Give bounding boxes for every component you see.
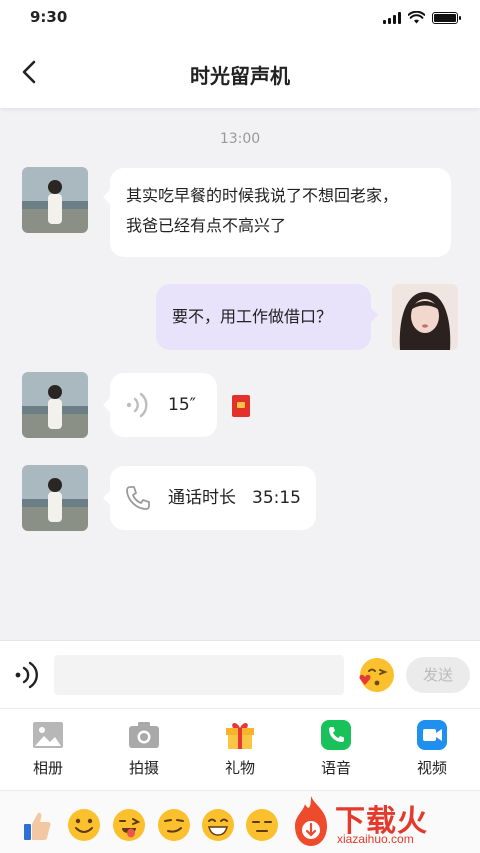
input-bar: 发送 (0, 640, 480, 708)
call-duration: 35:15 (252, 488, 301, 508)
contact-avatar[interactable] (22, 372, 88, 438)
contact-avatar[interactable] (22, 465, 88, 531)
page-title: 时光留声机 (190, 64, 290, 88)
tool-label: 礼物 (224, 759, 255, 777)
voice-message-bubble[interactable]: 15″ (103, 373, 217, 437)
send-button[interactable]: 发送 (406, 657, 470, 693)
my-avatar[interactable] (392, 284, 458, 350)
smirk-emoji[interactable] (157, 808, 191, 842)
chat-timestamp: 13:00 (219, 131, 261, 147)
gift-icon (226, 723, 254, 749)
signal-icon (383, 11, 401, 24)
message-input[interactable] (54, 655, 344, 695)
wifi-icon (408, 11, 425, 24)
voice-duration: 15″ (168, 395, 196, 415)
phone-icon (126, 486, 150, 510)
tool-gift[interactable]: 礼物 (192, 709, 288, 790)
message-line: 其实吃早餐的时候我说了不想回老家， (126, 186, 399, 205)
tool-album[interactable]: 相册 (0, 709, 96, 790)
nav-bar: 时光留声机 (0, 36, 480, 108)
kiss-emoji-icon[interactable] (356, 655, 396, 695)
voice-input-icon[interactable] (12, 659, 42, 691)
tool-label: 视频 (416, 759, 447, 777)
my-message-bubble[interactable]: 要不，用工作做借口？ (156, 284, 378, 350)
attachment-toolbar: 相册 拍摄 礼物 语音 视频 (0, 708, 480, 790)
contact-avatar[interactable] (22, 167, 88, 233)
phone-icon (321, 720, 351, 750)
watermark: 下载火 xiazaihuo.com (285, 790, 480, 853)
smile-emoji[interactable] (67, 808, 101, 842)
tool-label: 相册 (32, 759, 63, 777)
tool-label: 语音 (320, 759, 351, 777)
message-line: 要不，用工作做借口？ (172, 307, 333, 326)
watermark-url: xiazaihuo.com (337, 832, 414, 846)
image-icon (33, 722, 63, 748)
status-bar: 9:30 (0, 0, 480, 36)
message-line: 我爸已经有点不高兴了 (126, 216, 287, 235)
flame-logo-icon (295, 796, 327, 846)
video-icon (417, 720, 447, 750)
tool-camera[interactable]: 拍摄 (96, 709, 192, 790)
camera-icon (129, 722, 159, 748)
tool-label: 拍摄 (128, 759, 159, 777)
battery-icon (432, 11, 461, 24)
tongue-emoji[interactable] (112, 808, 146, 842)
message-bubble[interactable]: 其实吃早餐的时候我说了不想回老家， 我爸已经有点不高兴了 (103, 168, 451, 257)
grin-emoji[interactable] (201, 808, 235, 842)
status-time: 9:30 (30, 8, 68, 26)
voice-wave-icon (126, 392, 148, 418)
status-icons (383, 11, 461, 24)
tool-video-call[interactable]: 视频 (384, 709, 480, 790)
expressionless-emoji[interactable] (245, 808, 279, 842)
call-record-bubble[interactable]: 通话时长 35:15 (103, 466, 316, 530)
call-label: 通话时长 (168, 488, 236, 508)
thumbs-up-icon[interactable] (20, 808, 54, 842)
tool-voice-call[interactable]: 语音 (288, 709, 384, 790)
red-packet-icon[interactable] (232, 395, 250, 417)
